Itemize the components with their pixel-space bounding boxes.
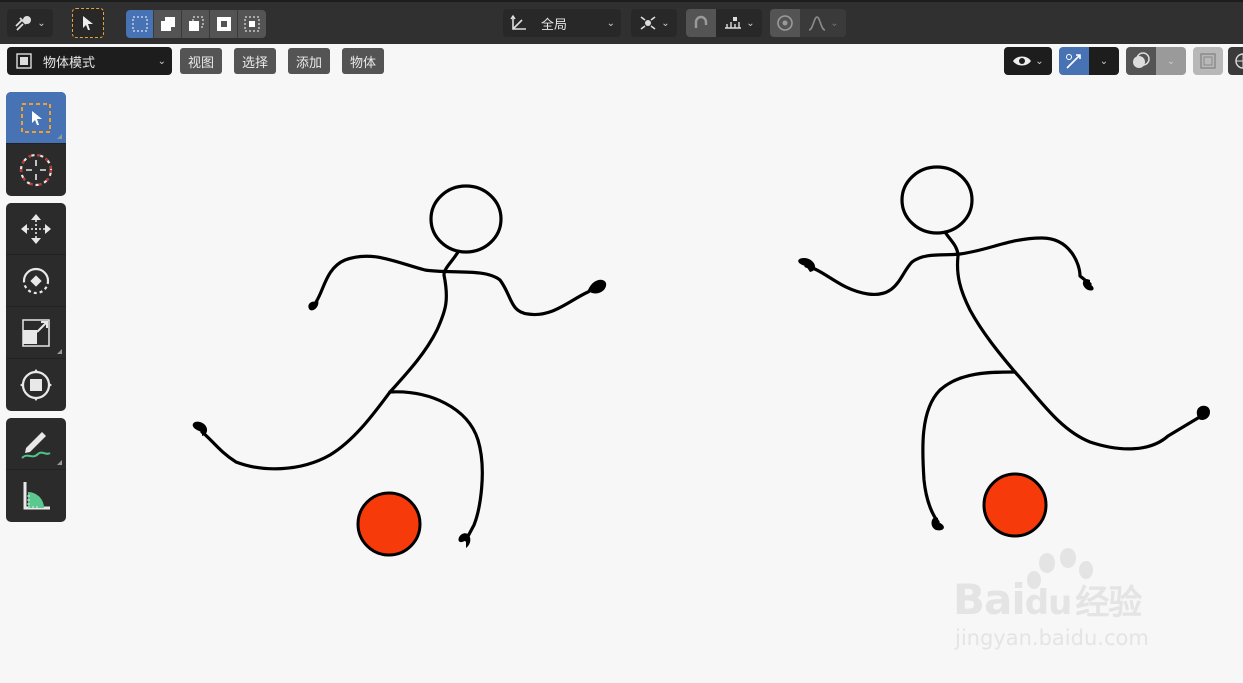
figure-left-back-leg — [200, 390, 392, 471]
selection-intersect-button[interactable] — [238, 10, 266, 38]
selection-subtract-button[interactable] — [182, 10, 210, 38]
chevron-down-icon: ⌄ — [830, 17, 839, 29]
select-intersect-icon — [244, 16, 260, 32]
chevron-down-icon: ⌄ — [1035, 55, 1044, 67]
ball-right[interactable] — [982, 472, 1048, 538]
select-box-tool-button[interactable] — [72, 8, 104, 38]
gizmo-dropdown[interactable]: ⌄ — [1089, 47, 1119, 75]
selection-extend-button[interactable] — [154, 10, 182, 38]
pivot-icon — [640, 16, 656, 30]
ball-left[interactable] — [356, 491, 422, 557]
xray-icon — [1200, 53, 1216, 69]
chevron-down-icon: ⌄ — [37, 17, 46, 29]
figure-right-front-leg — [1013, 370, 1200, 451]
editor-type-icon — [15, 16, 32, 31]
xray-toggle[interactable] — [1193, 47, 1223, 75]
viewport-header: 物体模式 ⌄ 视图 选择 添加 物体 ⌄ ⌄ ⌄ — [0, 44, 1243, 80]
menu-view[interactable]: 视图 — [180, 48, 223, 74]
stick-figure-right[interactable] — [804, 165, 1200, 524]
menu-add[interactable]: 添加 — [288, 48, 331, 74]
chevron-down-icon: ⌄ — [661, 17, 670, 29]
overlays-dropdown[interactable]: ⌄ — [1156, 47, 1186, 75]
select-subtract-icon — [188, 16, 203, 31]
proportional-edit-toggle[interactable] — [770, 9, 800, 37]
chevron-down-icon: ⌄ — [606, 17, 615, 29]
watermark-brand-cn: 经验 — [1075, 583, 1142, 623]
cursor-arrow-icon — [83, 16, 93, 30]
chevron-down-icon: ⌄ — [746, 17, 755, 29]
gizmo-icon — [1066, 54, 1081, 69]
watermark-brand-bai: Bai — [953, 575, 1026, 624]
pivot-point-dropdown[interactable]: ⌄ — [631, 9, 677, 37]
snap-icon — [694, 15, 708, 28]
falloff-curve-icon — [809, 16, 826, 31]
figure-right-head — [900, 165, 974, 235]
figure-left-arms — [314, 254, 602, 317]
select-invert-icon — [216, 17, 231, 31]
header-bar: ⌄ 全局 ⌄ ⌄ ⌄ ⌄ — [0, 0, 1243, 44]
transform-orientation-label: 全局 — [541, 17, 568, 33]
select-new-icon — [132, 16, 147, 32]
watermark-url: jingyan.baidu.com — [955, 626, 1149, 650]
editor-type-button[interactable]: ⌄ — [7, 9, 53, 37]
shading-wireframe-button[interactable] — [1228, 47, 1243, 75]
watermark-brand: Baidu 经验 — [953, 575, 1142, 624]
interaction-mode-dropdown[interactable]: 物体模式 ⌄ — [7, 47, 172, 75]
figure-left-head — [429, 184, 503, 254]
overlays-toggle[interactable] — [1126, 47, 1156, 75]
proportional-edit-icon — [777, 15, 793, 31]
eye-icon — [1013, 56, 1032, 66]
chevron-down-icon: ⌄ — [157, 55, 166, 67]
snap-target-dropdown[interactable]: ⌄ — [716, 9, 762, 37]
selection-invert-button[interactable] — [210, 10, 238, 38]
proportional-falloff-dropdown[interactable]: ⌄ — [800, 9, 846, 37]
transform-orientation-icon — [510, 14, 526, 30]
transform-orientation-dropdown[interactable]: 全局 ⌄ — [503, 9, 621, 37]
menu-select[interactable]: 选择 — [234, 48, 277, 74]
menu-object[interactable]: 物体 — [342, 48, 385, 74]
wireframe-shading-icon — [1235, 53, 1243, 69]
chevron-down-icon: ⌄ — [1099, 55, 1109, 67]
watermark-brand-du: du — [1024, 583, 1073, 623]
overlays-icon — [1133, 52, 1150, 68]
stick-figure-left[interactable] — [200, 184, 602, 542]
interaction-mode-label: 物体模式 — [43, 55, 96, 71]
visibility-dropdown[interactable]: ⌄ — [1004, 47, 1052, 75]
gizmo-toggle[interactable] — [1059, 47, 1089, 75]
object-mode-icon — [16, 53, 32, 69]
selection-new-button[interactable] — [126, 10, 154, 38]
snap-increment-icon — [725, 17, 742, 29]
chevron-down-icon: ⌄ — [1166, 55, 1176, 67]
snap-toggle[interactable] — [686, 9, 716, 37]
select-extend-icon — [160, 17, 175, 31]
figure-right-arms — [804, 236, 1092, 296]
selection-mode-group — [126, 10, 266, 38]
